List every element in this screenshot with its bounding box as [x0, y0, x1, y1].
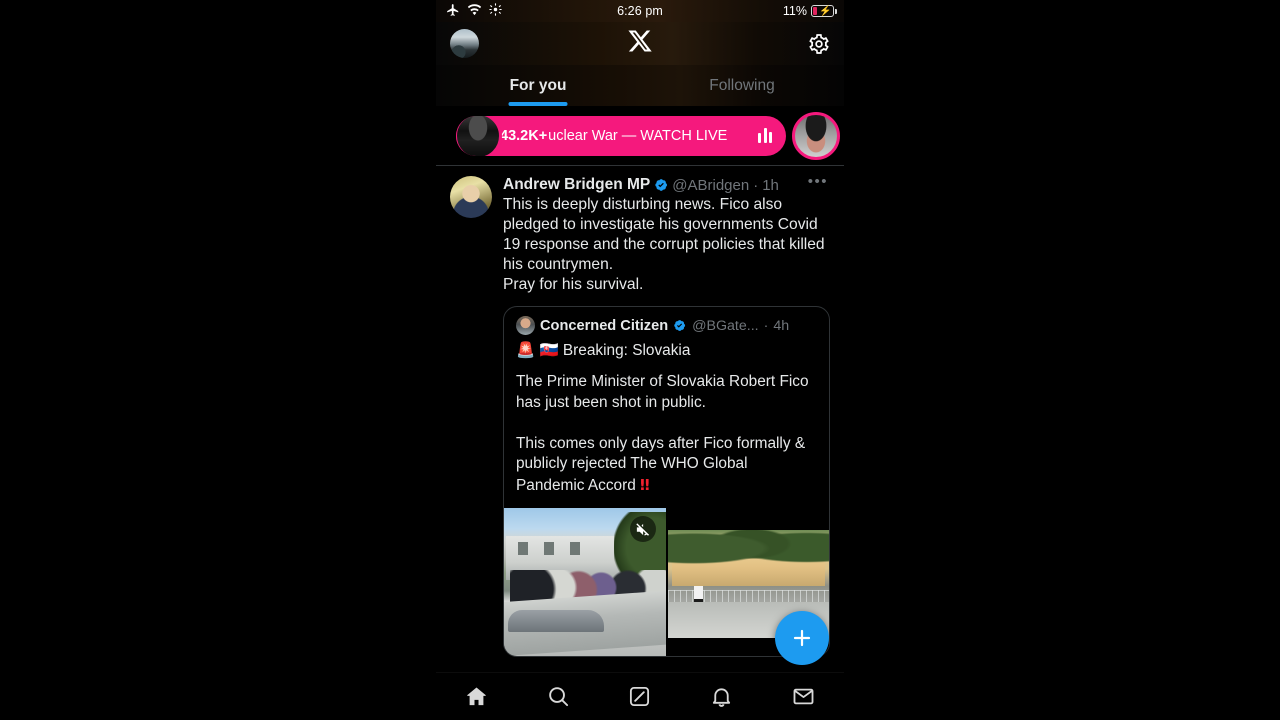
quoted-headline-text: Breaking: Slovakia — [562, 342, 691, 359]
tab-for-you[interactable]: For you — [436, 65, 640, 106]
nav-messages[interactable] — [762, 673, 844, 720]
wifi-icon — [467, 3, 482, 19]
tweet-text: This is deeply disturbing news. Fico als… — [503, 196, 825, 293]
bell-icon — [713, 688, 731, 707]
home-icon — [467, 687, 486, 706]
slovakia-flag-emoji-icon: 🇸🇰 — [539, 341, 559, 359]
app-header — [436, 22, 844, 65]
quoted-tweet-header: Concerned Citizen @BGate... · 4h — [504, 307, 829, 335]
phone-viewport: 6:26 pm 11% ⚡ For you Following 43.2K+ u… — [436, 0, 844, 720]
profile-avatar[interactable] — [450, 29, 479, 58]
x-logo — [436, 28, 844, 59]
live-viewer-count: 43.2K+ — [500, 127, 548, 144]
nav-notifications[interactable] — [681, 673, 763, 720]
nav-home[interactable] — [436, 673, 518, 720]
quoted-author-name[interactable]: Concerned Citizen — [540, 318, 668, 334]
tweet-more-options-icon[interactable]: ••• — [800, 174, 830, 193]
grok-icon — [630, 686, 650, 707]
quoted-author-handle[interactable]: @BGate... — [692, 318, 758, 334]
live-guest-avatar[interactable] — [792, 111, 840, 160]
quoted-text: The Prime Minister of Slovakia Robert Fi… — [504, 362, 829, 508]
tweet-author-name[interactable]: Andrew Bridgen MP — [503, 176, 650, 194]
double-exclamation-emoji-icon: ‼ — [640, 475, 650, 494]
charging-bolt-icon: ⚡ — [819, 6, 832, 17]
quoted-tweet-card[interactable]: Concerned Citizen @BGate... · 4h 🚨 🇸🇰 Br — [503, 306, 830, 657]
airplane-mode-icon — [446, 3, 460, 20]
mail-icon — [793, 688, 814, 705]
timeline: Andrew Bridgen MP @ABridgen · 1h ••• Thi… — [436, 166, 844, 663]
gear-icon[interactable] — [808, 33, 830, 55]
tweet-separator: · — [753, 176, 759, 194]
quoted-timestamp: 4h — [773, 317, 790, 334]
audio-bars-icon[interactable] — [758, 128, 772, 143]
nav-grok[interactable] — [599, 673, 681, 720]
tweet-author-handle[interactable]: @ABridgen — [672, 177, 749, 194]
live-banner-title: uclear War — WATCH LIVE — [548, 127, 728, 144]
sync-icon — [489, 3, 502, 19]
tweet-item[interactable]: Andrew Bridgen MP @ABridgen · 1h ••• Thi… — [436, 166, 844, 663]
feed-tabs: For you Following — [436, 65, 844, 106]
battery-percent-label: 11% — [782, 4, 807, 18]
tab-following[interactable]: Following — [640, 65, 844, 106]
tweet-author-avatar[interactable] — [450, 176, 492, 218]
screen: 6:26 pm 11% ⚡ For you Following 43.2K+ u… — [0, 0, 1280, 720]
quoted-separator: · — [763, 317, 769, 334]
tweet-header: Andrew Bridgen MP @ABridgen · 1h ••• — [503, 174, 830, 194]
media-video-crowd[interactable] — [504, 508, 666, 656]
status-bar: 6:26 pm 11% ⚡ — [436, 0, 844, 22]
search-icon — [549, 687, 568, 707]
siren-emoji-icon: 🚨 — [516, 341, 536, 359]
verified-badge-icon — [654, 178, 668, 192]
muted-audio-icon[interactable] — [629, 516, 656, 542]
battery-icon: ⚡ — [811, 5, 837, 17]
live-host-avatar — [456, 115, 502, 156]
live-banner-pill[interactable]: 43.2K+ uclear War — WATCH LIVE — [456, 115, 786, 156]
quoted-author-avatar[interactable] — [516, 316, 535, 335]
live-banner: 43.2K+ uclear War — WATCH LIVE — [436, 106, 844, 165]
plus-icon — [793, 629, 811, 647]
quoted-text-body: The Prime Minister of Slovakia Robert Fi… — [516, 373, 809, 494]
tweet-body: Andrew Bridgen MP @ABridgen · 1h ••• Thi… — [503, 174, 830, 657]
status-bar-right: 11% ⚡ — [782, 4, 837, 18]
bottom-navigation — [436, 672, 844, 720]
compose-button[interactable] — [775, 611, 829, 665]
nav-search[interactable] — [518, 673, 600, 720]
quoted-verified-badge-icon — [673, 319, 687, 333]
tweet-timestamp: 1h — [762, 176, 779, 194]
quoted-headline-row: 🚨 🇸🇰 Breaking: Slovakia — [504, 335, 829, 362]
status-bar-left-icons — [446, 3, 502, 20]
